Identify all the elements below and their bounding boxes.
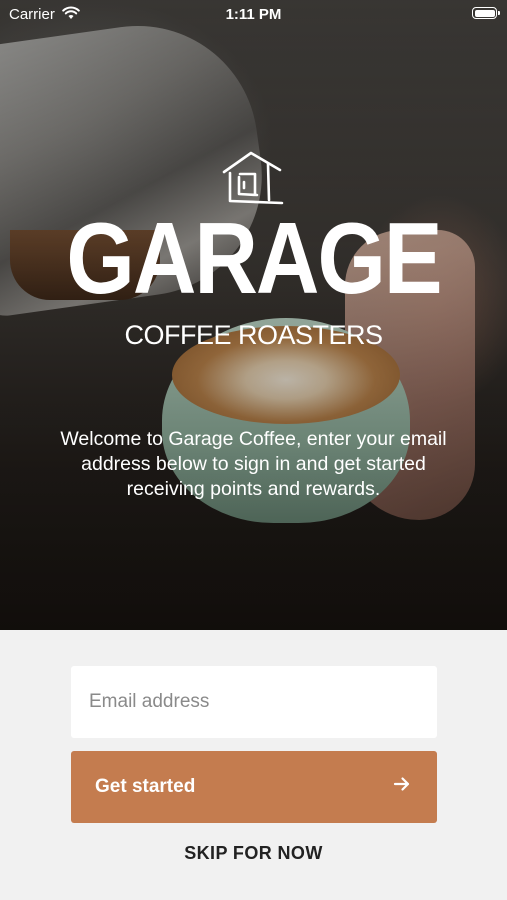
clock: 1:11 PM [225, 6, 282, 23]
status-bar: Carrier 1:11 PM [0, 0, 507, 30]
brand-name: GARAGE [66, 201, 442, 315]
get-started-label: Get started [95, 776, 196, 797]
get-started-button[interactable]: Get started [71, 751, 437, 823]
brand-subtitle: COFFEE ROASTERS [124, 320, 383, 350]
battery-icon [472, 7, 500, 19]
skip-for-now-link[interactable]: SKIP FOR NOW [0, 843, 507, 864]
garage-house-icon [222, 151, 284, 205]
welcome-text: Welcome to Garage Coffee, enter your ema… [60, 428, 447, 500]
email-field[interactable] [71, 666, 437, 738]
arrow-right-icon [393, 777, 410, 791]
hero-overlay [0, 0, 507, 630]
hero-background: GARAGE COFFEE ROASTERS Welcome to Garage… [0, 0, 507, 630]
